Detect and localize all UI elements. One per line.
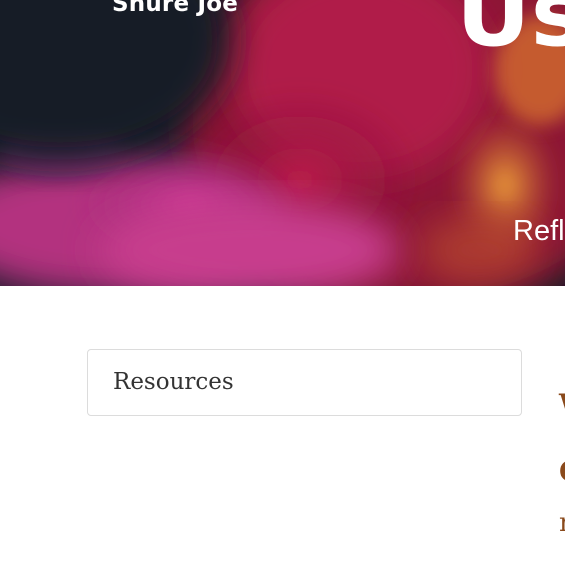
page-title: Us bbox=[456, 0, 565, 67]
main-subheading-fragment: C bbox=[559, 455, 565, 488]
main-text-fragment: r bbox=[559, 508, 565, 538]
resources-card: Resources bbox=[87, 349, 522, 416]
page-subtitle: Refle bbox=[513, 215, 565, 247]
author-name[interactable]: Shure Joe bbox=[112, 0, 238, 17]
page: Shure Joe Us Refle Resources W C r bbox=[0, 0, 565, 574]
resources-heading: Resources bbox=[113, 369, 234, 395]
hero-banner: Shure Joe Us Refle bbox=[0, 0, 565, 286]
main-heading-fragment: W bbox=[559, 388, 565, 421]
